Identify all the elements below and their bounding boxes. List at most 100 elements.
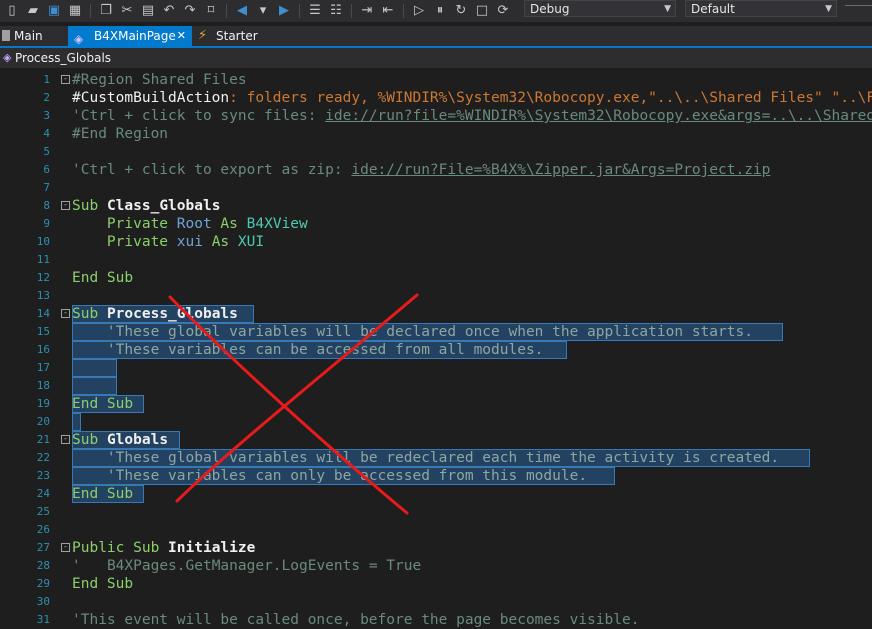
stop-icon[interactable]: □ bbox=[474, 3, 490, 19]
line-number: 7 bbox=[43, 181, 50, 194]
line-number: 19 bbox=[36, 397, 50, 410]
line-number: 27 bbox=[36, 541, 50, 554]
step-icon[interactable]: ⟳ bbox=[495, 3, 511, 19]
code-comment: 'These global variables will be declared… bbox=[72, 323, 753, 341]
close-icon[interactable]: ✕ bbox=[177, 26, 186, 46]
fold-toggle-icon[interactable]: - bbox=[61, 543, 70, 552]
code-comment: 'These variables can only be accessed fr… bbox=[72, 467, 587, 485]
line-number: 18 bbox=[36, 379, 50, 392]
line-number: 26 bbox=[36, 523, 50, 536]
copy-icon[interactable]: ❐ bbox=[98, 3, 114, 19]
code-sub-class-globals: Sub Class_Globals bbox=[72, 197, 220, 215]
code-line: 18 bbox=[0, 377, 872, 395]
export-zip-link[interactable]: ide://run?File=%B4X%\Zipper.jar&Args=Pro… bbox=[351, 162, 770, 178]
comment-quote: ' bbox=[72, 558, 81, 574]
directive-keyword: #CustomBuildAction bbox=[72, 90, 230, 106]
keyword: Private bbox=[106, 234, 169, 250]
line-number: 17 bbox=[36, 361, 50, 374]
line-number: 21 bbox=[36, 433, 50, 446]
code-line: 13 bbox=[0, 287, 872, 305]
fold-toggle-icon[interactable]: - bbox=[61, 75, 70, 84]
comment-text: 'Ctrl + click to sync files: bbox=[72, 108, 326, 124]
navigate-dropdown-icon[interactable]: ▾ bbox=[255, 3, 271, 19]
code-line: 20 bbox=[0, 413, 872, 431]
line-number: 10 bbox=[36, 235, 50, 248]
breadcrumb[interactable]: ◈ Process_Globals bbox=[0, 48, 872, 68]
build-config-dropdown[interactable]: Debug ▼ bbox=[524, 0, 676, 17]
code-line: 11 bbox=[0, 251, 872, 269]
code-line: 30 bbox=[0, 593, 872, 611]
code-declaration: Private Root As B4XView bbox=[72, 215, 308, 233]
code-line: 7 bbox=[0, 179, 872, 197]
run-icon[interactable]: ▷ bbox=[411, 3, 427, 19]
tab-starter-label: Starter bbox=[216, 29, 258, 43]
platform-dropdown[interactable]: Default ▼ bbox=[685, 0, 837, 17]
line-number: 20 bbox=[36, 415, 50, 428]
line-number: 25 bbox=[36, 505, 50, 518]
code-line: 5 bbox=[0, 143, 872, 161]
indent-icon[interactable]: ⇥ bbox=[359, 3, 375, 19]
outdent-icon[interactable]: ⇤ bbox=[380, 3, 396, 19]
variable-name: xui bbox=[176, 234, 203, 250]
code-end-sub: End Sub bbox=[72, 396, 134, 412]
fold-toggle-icon[interactable]: - bbox=[61, 435, 70, 444]
type-name: XUI bbox=[237, 234, 265, 250]
line-number: 12 bbox=[36, 271, 50, 284]
line-number: 6 bbox=[43, 163, 50, 176]
undo-icon[interactable]: ↶ bbox=[161, 3, 177, 19]
platform-value: Default bbox=[691, 2, 735, 16]
line-number: 15 bbox=[36, 325, 50, 338]
file-icon bbox=[2, 30, 10, 41]
sub-name: Initialize bbox=[168, 540, 256, 556]
keyword: Sub bbox=[72, 198, 99, 214]
chevron-down-icon: ▼ bbox=[664, 4, 671, 14]
new-file-icon[interactable]: ▯ bbox=[4, 3, 20, 19]
toolbar-separator bbox=[90, 4, 91, 18]
line-number: 28 bbox=[36, 559, 50, 572]
tab-b4xmainpage[interactable]: ◈ B4XMainPage ✕ bbox=[68, 26, 192, 46]
save-all-icon[interactable]: ▦ bbox=[67, 3, 83, 19]
tab-main-label: Main bbox=[14, 29, 43, 43]
line-number: 4 bbox=[43, 127, 50, 140]
cut-icon[interactable]: ✂ bbox=[119, 3, 135, 19]
code-editor[interactable]: 1 2 3 4 5 6 7 8 9 10 11 12 13 14 15 16 1… bbox=[0, 69, 872, 629]
code-comment-zip: 'Ctrl + click to export as zip: ide://ru… bbox=[72, 161, 770, 179]
line-number: 24 bbox=[36, 487, 50, 500]
tab-starter[interactable]: ⚡ Starter bbox=[196, 26, 266, 46]
code-line: 25 bbox=[0, 503, 872, 521]
keyword: Sub bbox=[72, 432, 99, 448]
comment-icon[interactable]: ☰ bbox=[307, 3, 323, 19]
line-number: 13 bbox=[36, 289, 50, 302]
navigate-forward-icon[interactable]: ▶ bbox=[276, 3, 292, 19]
tab-b4xmainpage-label: B4XMainPage bbox=[94, 29, 176, 43]
breadcrumb-sub-name: Process_Globals bbox=[15, 51, 112, 65]
line-number: 11 bbox=[36, 253, 50, 266]
fold-toggle-icon[interactable]: - bbox=[61, 201, 70, 210]
uncomment-icon[interactable]: ☷ bbox=[328, 3, 344, 19]
code-area[interactable]: 1 2 3 4 5 6 7 8 9 10 11 12 13 14 15 16 1… bbox=[0, 69, 872, 629]
chevron-down-icon: ▼ bbox=[825, 4, 832, 14]
class-module-icon: ◈ bbox=[74, 32, 84, 46]
code-build-action: #CustomBuildAction: folders ready, %WIND… bbox=[72, 89, 872, 107]
line-number: 8 bbox=[43, 199, 50, 212]
navigate-back-icon[interactable]: ◀ bbox=[234, 3, 250, 19]
paste-icon[interactable]: ▤ bbox=[140, 3, 156, 19]
tab-main[interactable]: Main bbox=[0, 26, 64, 46]
pause-icon[interactable]: ⏸ bbox=[432, 3, 448, 19]
code-comment: ' B4XPages.GetManager.LogEvents = True bbox=[72, 557, 421, 575]
code-end-sub: End Sub bbox=[72, 486, 134, 502]
line-number: 3 bbox=[43, 109, 50, 122]
fold-toggle-icon[interactable]: - bbox=[61, 309, 70, 318]
code-line: 17 bbox=[0, 359, 872, 377]
redo-icon[interactable]: ↷ bbox=[182, 3, 198, 19]
sync-files-link[interactable]: ide://run?file=%WINDIR%\System32\Robocop… bbox=[325, 108, 872, 124]
restart-icon[interactable]: ↻ bbox=[453, 3, 469, 19]
code-line: 26 bbox=[0, 521, 872, 539]
line-number: 23 bbox=[36, 469, 50, 482]
directive-args: : folders ready, %WINDIR%\System32\Roboc… bbox=[229, 90, 872, 106]
bookmark-icon[interactable]: ⌑ bbox=[203, 3, 219, 19]
keyword: Public Sub bbox=[72, 540, 160, 556]
editor-tabs: Main ◈ B4XMainPage ✕ ⚡ Starter bbox=[0, 26, 872, 48]
save-icon[interactable]: ▣ bbox=[46, 3, 62, 19]
open-folder-icon[interactable]: ▰ bbox=[25, 3, 41, 19]
